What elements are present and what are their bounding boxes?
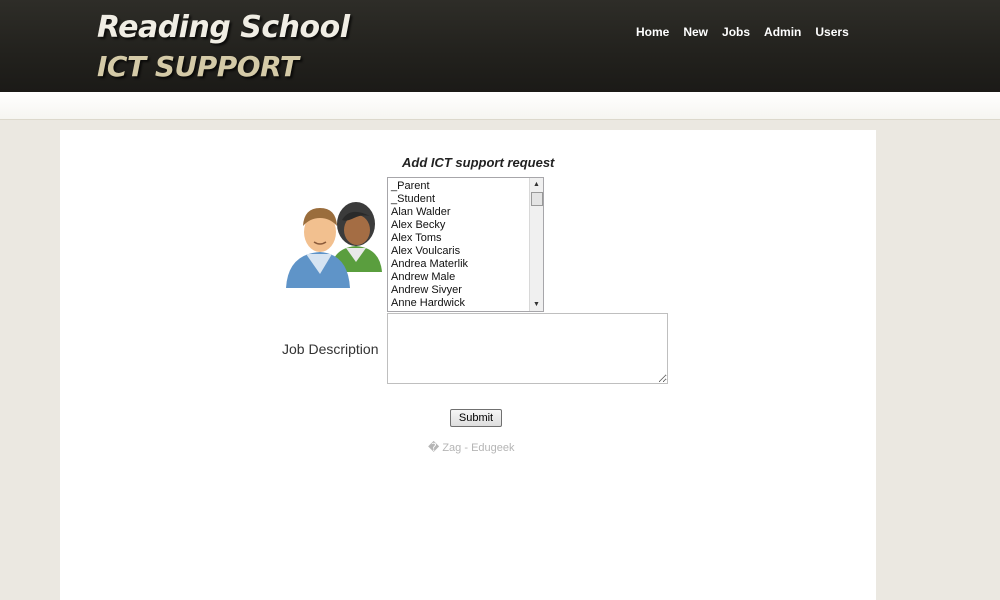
user-option[interactable]: Andrew Male	[391, 271, 543, 284]
user-option[interactable]: Andrew Sivyer	[391, 284, 543, 297]
user-option[interactable]: Andrea Materlik	[391, 258, 543, 271]
form-title: Add ICT support request	[402, 155, 555, 170]
user-option[interactable]: Alex Voulcaris	[391, 245, 543, 258]
scroll-thumb[interactable]	[531, 192, 543, 206]
submit-button[interactable]: Submit	[450, 409, 502, 427]
users-icon	[286, 202, 382, 288]
nav-jobs[interactable]: Jobs	[722, 25, 750, 39]
nav-admin[interactable]: Admin	[764, 25, 801, 39]
nav-home[interactable]: Home	[636, 25, 669, 39]
logo-title[interactable]: Reading School	[97, 10, 350, 45]
scroll-down-arrow-icon[interactable]: ▼	[530, 298, 543, 311]
list-scrollbar[interactable]: ▲ ▼	[529, 178, 543, 311]
user-option[interactable]: Alex Toms	[391, 232, 543, 245]
user-option[interactable]: Alex Becky	[391, 219, 543, 232]
main-nav: Home New Jobs Admin Users	[636, 25, 863, 39]
job-description-label: Job Description	[282, 341, 379, 357]
user-select-list[interactable]: _Parent _Student Alan Walder Alex Becky …	[387, 177, 544, 312]
footer-credit: � Zag - Edugeek	[428, 442, 515, 454]
user-option[interactable]: Anne Hardwick	[391, 297, 543, 310]
user-option[interactable]: _Student	[391, 193, 543, 206]
nav-users[interactable]: Users	[815, 25, 848, 39]
content-panel: Add ICT support request _Parent _Student…	[60, 130, 876, 600]
user-option[interactable]: Alan Walder	[391, 206, 543, 219]
site-header: Reading School ICT SUPPORT Home New Jobs…	[0, 0, 1000, 92]
nav-new[interactable]: New	[683, 25, 708, 39]
job-description-input[interactable]	[387, 313, 668, 384]
sub-header-bar	[0, 92, 1000, 120]
scroll-up-arrow-icon[interactable]: ▲	[530, 178, 543, 191]
user-option[interactable]: _Parent	[391, 180, 543, 193]
logo-subtitle[interactable]: ICT SUPPORT	[97, 50, 299, 83]
